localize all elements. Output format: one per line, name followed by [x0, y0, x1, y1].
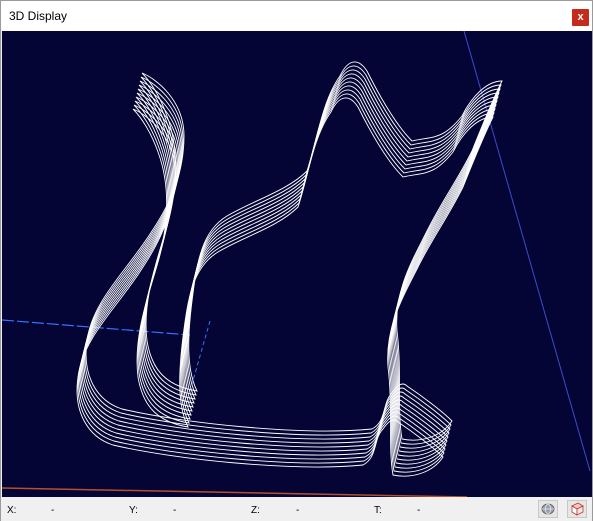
z-coordinate-label: Z: — [251, 505, 260, 516]
y-axis-line — [2, 487, 468, 497]
t-coordinate-value: - — [417, 505, 421, 516]
globe-view-button[interactable] — [538, 500, 558, 518]
3d-display-window: 3D Display x X: - Y: - Z: - T: - — [0, 0, 593, 521]
toolpath-canvas — [2, 31, 591, 497]
close-button[interactable]: x — [572, 9, 589, 26]
x-coordinate-label: X: — [7, 505, 17, 516]
title-bar[interactable]: 3D Display x — [1, 1, 592, 31]
status-bar: X: - Y: - Z: - T: - — [1, 497, 592, 521]
t-coordinate-label: T: — [374, 505, 382, 516]
y-coordinate-value: - — [173, 505, 177, 516]
toolpath-layer — [80, 81, 498, 461]
toolpath-layer — [81, 77, 499, 457]
window-title: 3D Display — [9, 9, 68, 23]
toolpath-layer — [78, 89, 496, 469]
globe-view-icon — [541, 503, 555, 515]
toolpath-layer — [77, 93, 495, 473]
workspace-edge-line — [463, 31, 591, 472]
z-coordinate-value: - — [296, 505, 300, 516]
toolpath-layer — [79, 85, 497, 465]
3d-viewport[interactable] — [2, 31, 592, 497]
toolpath-layers — [76, 61, 503, 477]
y-coordinate-label: Y: — [129, 505, 138, 516]
x-coordinate-value: - — [51, 505, 55, 516]
toolpath-layer — [76, 97, 494, 477]
cube-view-icon — [571, 502, 584, 516]
cube-view-button[interactable] — [567, 500, 587, 518]
